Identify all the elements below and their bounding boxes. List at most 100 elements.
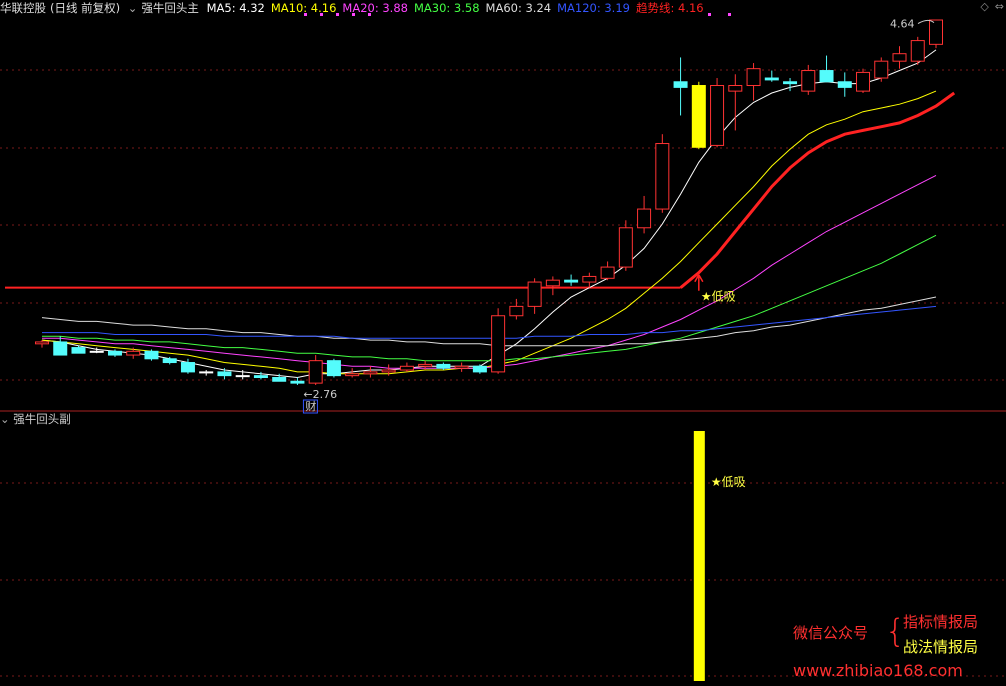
candle — [144, 349, 159, 361]
chart-mode: (日线 前复权) — [50, 1, 121, 15]
candle-body — [929, 19, 943, 45]
candle — [637, 195, 652, 234]
candle-body — [217, 371, 232, 377]
candle — [764, 70, 779, 82]
candle — [837, 72, 852, 97]
candle — [600, 261, 615, 281]
candle-body — [801, 70, 816, 92]
candle — [399, 362, 414, 372]
expand-icon[interactable]: ⇔ — [995, 0, 1004, 14]
candle — [199, 370, 214, 376]
candle — [929, 19, 943, 49]
candle — [746, 63, 761, 101]
signal-bar — [693, 431, 705, 681]
candle — [819, 55, 834, 83]
candle-body — [819, 70, 834, 83]
candle-body — [600, 266, 615, 279]
ma-line-ma20 — [42, 174, 937, 369]
candle-body — [892, 53, 907, 62]
chart-header: 华联控股 (日线 前复权) ⌄ 强牛回头主 MA5: 4.32 MA10: 4.16 M… — [0, 0, 714, 16]
candle-body — [199, 371, 214, 374]
candle-body — [764, 77, 779, 81]
candle — [655, 134, 670, 213]
diamond-icon[interactable]: ◇ — [980, 0, 988, 14]
candle-body — [144, 350, 159, 360]
candle-body — [107, 350, 122, 356]
brand-line-2: 战法情报局 — [903, 638, 979, 656]
ma-legend-item: MA60: 3.24 — [485, 1, 552, 15]
candle-body — [874, 60, 889, 79]
ma-legend-item: MA20: 3.88 — [342, 1, 408, 15]
candle-body — [71, 347, 86, 354]
signal-label-sub: ★低吸 — [711, 475, 746, 489]
finance-marker: 财 — [305, 399, 316, 413]
candle-body — [691, 85, 706, 148]
candle — [363, 366, 378, 378]
candle — [874, 57, 889, 82]
candle — [691, 81, 706, 150]
candle-body — [53, 341, 68, 356]
ma-legend: MA5: 4.32 MA10: 4.16 MA20: 3.88 MA30: 3.58 M… — [207, 1, 710, 15]
candle — [290, 377, 305, 385]
chevron-down-icon[interactable]: ⌄ — [128, 1, 138, 15]
candle-body — [35, 341, 49, 345]
candles — [35, 19, 943, 385]
ma-legend-item: MA120: 3.19 — [557, 1, 630, 15]
candle — [436, 362, 451, 371]
candle-body — [253, 375, 268, 379]
candle-body — [454, 365, 469, 369]
wechat-label: 微信公众号 — [793, 624, 869, 642]
candle-body — [728, 85, 743, 92]
candle — [491, 308, 506, 374]
candle-body — [89, 350, 104, 353]
candle-body — [545, 279, 560, 287]
candle — [618, 220, 633, 271]
candle — [856, 68, 871, 93]
candle-body — [126, 350, 141, 356]
candle-body — [783, 81, 798, 85]
buy-arrow-icon — [694, 274, 704, 291]
stock-name: 华联控股 — [0, 1, 46, 15]
high-price-label: 4.64 — [890, 18, 915, 31]
candle — [509, 298, 524, 320]
candle — [545, 276, 560, 296]
candle-body — [856, 71, 871, 92]
candle-body — [345, 373, 360, 377]
website-url: www.zhibiao168.com — [793, 661, 963, 680]
candle-body — [910, 40, 925, 62]
candle-body — [472, 365, 487, 373]
ma-line-ma30 — [42, 234, 937, 362]
kline-chart[interactable]: 4.64←2.76财★低吸★低吸 — [0, 0, 1006, 686]
chevron-down-icon[interactable]: ⌄ — [0, 412, 10, 426]
candle — [910, 36, 925, 65]
candle — [217, 368, 232, 380]
ma-legend-item: MA30: 3.58 — [413, 1, 480, 15]
candle — [180, 358, 195, 374]
indicator-name[interactable]: 强牛回头主 — [141, 1, 199, 15]
grid — [0, 69, 1006, 677]
candle — [472, 364, 487, 374]
candle — [710, 78, 725, 148]
candle — [35, 340, 49, 348]
candle-body — [637, 208, 652, 229]
candle-body — [399, 365, 414, 371]
candle-body — [162, 358, 177, 364]
candle — [673, 57, 688, 116]
candle-body — [837, 81, 852, 88]
candle — [892, 46, 907, 69]
candle-body — [235, 375, 250, 378]
candle-body — [655, 143, 670, 210]
candle-body — [290, 380, 305, 384]
candle-body — [564, 279, 579, 283]
ma-legend-item: 趋势线: 4.16 — [635, 1, 704, 15]
candle-body — [381, 369, 396, 373]
candle-body — [509, 305, 524, 317]
candle-body — [527, 281, 542, 307]
candle — [564, 274, 579, 286]
candle-body — [710, 85, 725, 146]
subpanel-header: ⌄ 强牛回头副 — [0, 411, 71, 427]
brand-line-1: 指标情报局 — [903, 613, 979, 631]
candle-body — [673, 81, 688, 88]
candle-body — [582, 275, 597, 283]
subpanel-title[interactable]: 强牛回头副 — [13, 412, 71, 426]
